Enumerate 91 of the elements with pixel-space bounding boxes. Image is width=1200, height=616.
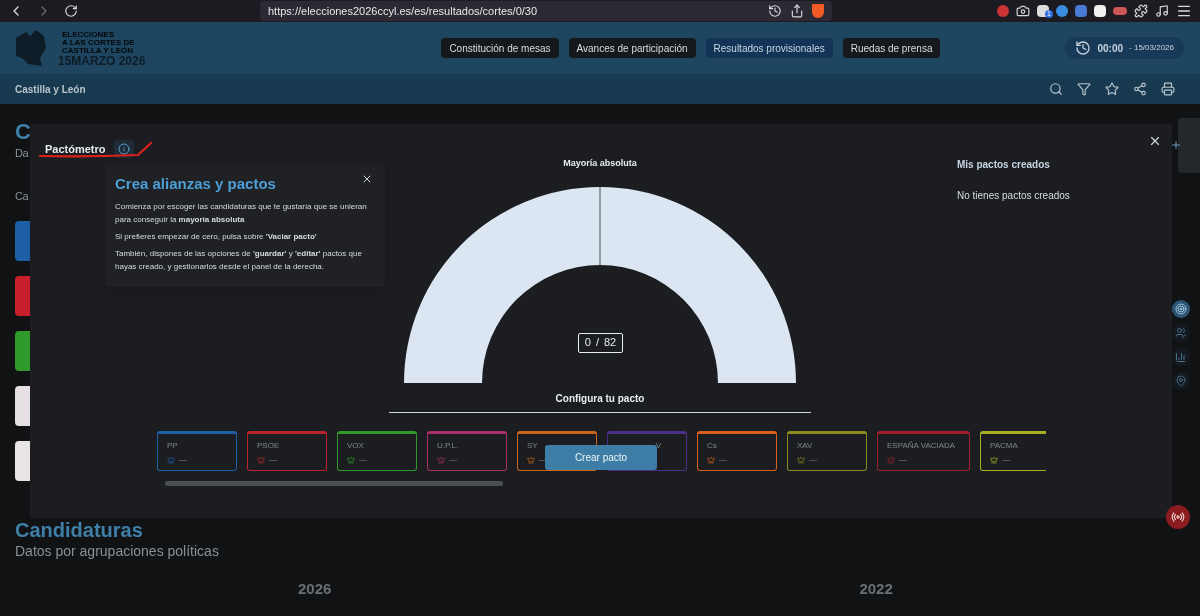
shield-icon[interactable] (812, 4, 824, 18)
my-pacts-title: Mis pactos creados (957, 158, 1051, 172)
extension-icon[interactable] (1094, 5, 1106, 17)
section-subtitle: Datos por agrupaciones políticas (15, 541, 220, 561)
party-card[interactable]: ESPAÑA VACIADA — (877, 430, 970, 471)
party-seats: — (899, 453, 907, 466)
party-seats: — (179, 453, 187, 466)
party-name: Cs (707, 439, 717, 452)
clock-icon (1075, 40, 1092, 56)
crown-icon (437, 455, 445, 464)
page-heading: C (15, 120, 31, 144)
menu-icon[interactable] (1176, 3, 1192, 19)
party-name: V (655, 439, 661, 452)
side-panel (1178, 118, 1200, 173)
party-seats: — (719, 453, 727, 466)
live-icon[interactable] (1166, 505, 1190, 529)
party-name: SY (527, 439, 538, 452)
camera-icon[interactable] (1016, 4, 1030, 18)
modal-title: Pactómetro (45, 141, 106, 157)
party-name: ESPAÑA VACIADA (887, 439, 956, 452)
crown-icon (527, 455, 535, 464)
nav-button[interactable]: Resultados provisionales (705, 38, 833, 58)
region-title: Castilla y León (15, 82, 86, 97)
party-seats: — (1002, 453, 1010, 466)
reload-icon[interactable] (64, 4, 78, 18)
chart-nav-icon[interactable] (1172, 348, 1190, 366)
page-subheading: Da (15, 146, 29, 160)
party-card[interactable]: XAV — (787, 430, 867, 471)
section-heading: Ca (15, 189, 29, 204)
popover-text: Si prefieres empezar de cero, pulsa sobre 'Vaciar pacto' (115, 230, 318, 243)
extension-icon[interactable] (1037, 5, 1049, 17)
crown-icon (707, 455, 715, 464)
party-name: PSOE (257, 439, 280, 452)
party-seats: — (809, 453, 817, 466)
clock-date: - 15/03/2026 (1129, 42, 1174, 54)
clock-time: 00:00 (1097, 41, 1124, 56)
party-name: PP (167, 439, 178, 452)
gauge-title: Mayoría absoluta (563, 157, 637, 170)
logo-date: 15MARZO 2026 (58, 55, 146, 68)
filter-icon[interactable] (1077, 82, 1091, 96)
party-card[interactable]: PP — (157, 430, 237, 471)
close-icon[interactable] (361, 173, 373, 185)
history-icon[interactable] (768, 4, 782, 18)
print-icon[interactable] (1161, 82, 1175, 96)
close-icon[interactable] (1148, 134, 1162, 148)
nav-button[interactable]: Avances de participación (568, 38, 696, 58)
party-name: XAV (797, 439, 813, 452)
popover-text: Comienza por escoger las candidaturas que te gustaría que se unieran para conseguir la mayoría absoluta (115, 200, 368, 226)
search-icon[interactable] (1049, 82, 1063, 96)
party-card[interactable]: VOX — (337, 430, 417, 471)
year-column-header: 2022 (859, 578, 893, 599)
address-bar[interactable]: https://elecciones2026ccyl.es/es/resultados/cortes/0/30 (260, 1, 832, 21)
share-icon[interactable] (1133, 82, 1147, 96)
party-card[interactable]: PACMA — (980, 430, 1046, 471)
crown-icon (167, 455, 175, 464)
share-icon[interactable] (790, 4, 804, 18)
party-seats: — (359, 453, 367, 466)
crown-icon (887, 455, 895, 464)
nav-button[interactable]: Constitución de mesas (441, 38, 559, 58)
candidates-nav-icon[interactable] (1172, 324, 1190, 342)
configure-title: Configura tu pacto (555, 391, 645, 406)
party-name: VOX (347, 439, 364, 452)
logo-text: ELECCIONES (62, 31, 114, 39)
popover-title: Crea alianzas y pactos (115, 174, 276, 194)
extensions-icon[interactable] (1134, 4, 1148, 18)
party-card[interactable]: PSOE — (247, 430, 327, 471)
party-name: U.P.L. (437, 439, 459, 452)
section-nav-icon[interactable] (1172, 300, 1190, 318)
crown-icon (257, 455, 265, 464)
star-icon[interactable] (1105, 82, 1119, 96)
party-card[interactable]: Cs — (697, 430, 777, 471)
create-pact-button[interactable]: Crear pacto (545, 444, 657, 470)
crown-icon (797, 455, 805, 464)
music-icon[interactable] (1155, 4, 1169, 18)
logo-text: A LAS CORTES DE (62, 39, 135, 47)
party-name: PACMA (990, 439, 1018, 452)
crown-icon (990, 455, 998, 464)
party-card[interactable]: U.P.L. — (427, 430, 507, 471)
empty-pacts-message: No tienes pactos creados (957, 189, 1070, 203)
year-column-header: 2026 (298, 578, 332, 599)
add-icon[interactable] (1170, 139, 1182, 151)
info-icon (117, 143, 130, 155)
map-nav-icon[interactable] (1172, 372, 1190, 390)
seat-counter: 0 / 82 (578, 332, 623, 353)
logo-map-drawing (14, 28, 48, 68)
nav-button[interactable]: Ruedas de prensa (842, 38, 941, 58)
popover-text: También, dispones de las opciones de 'guardar' y 'editar' pactos que hayas creado, y gestionarlos desde el panel de la derecha. (115, 247, 363, 273)
crown-icon (347, 455, 355, 464)
party-seats: — (269, 453, 277, 466)
party-seats: — (449, 453, 457, 466)
section-title: Candidaturas (15, 518, 144, 541)
